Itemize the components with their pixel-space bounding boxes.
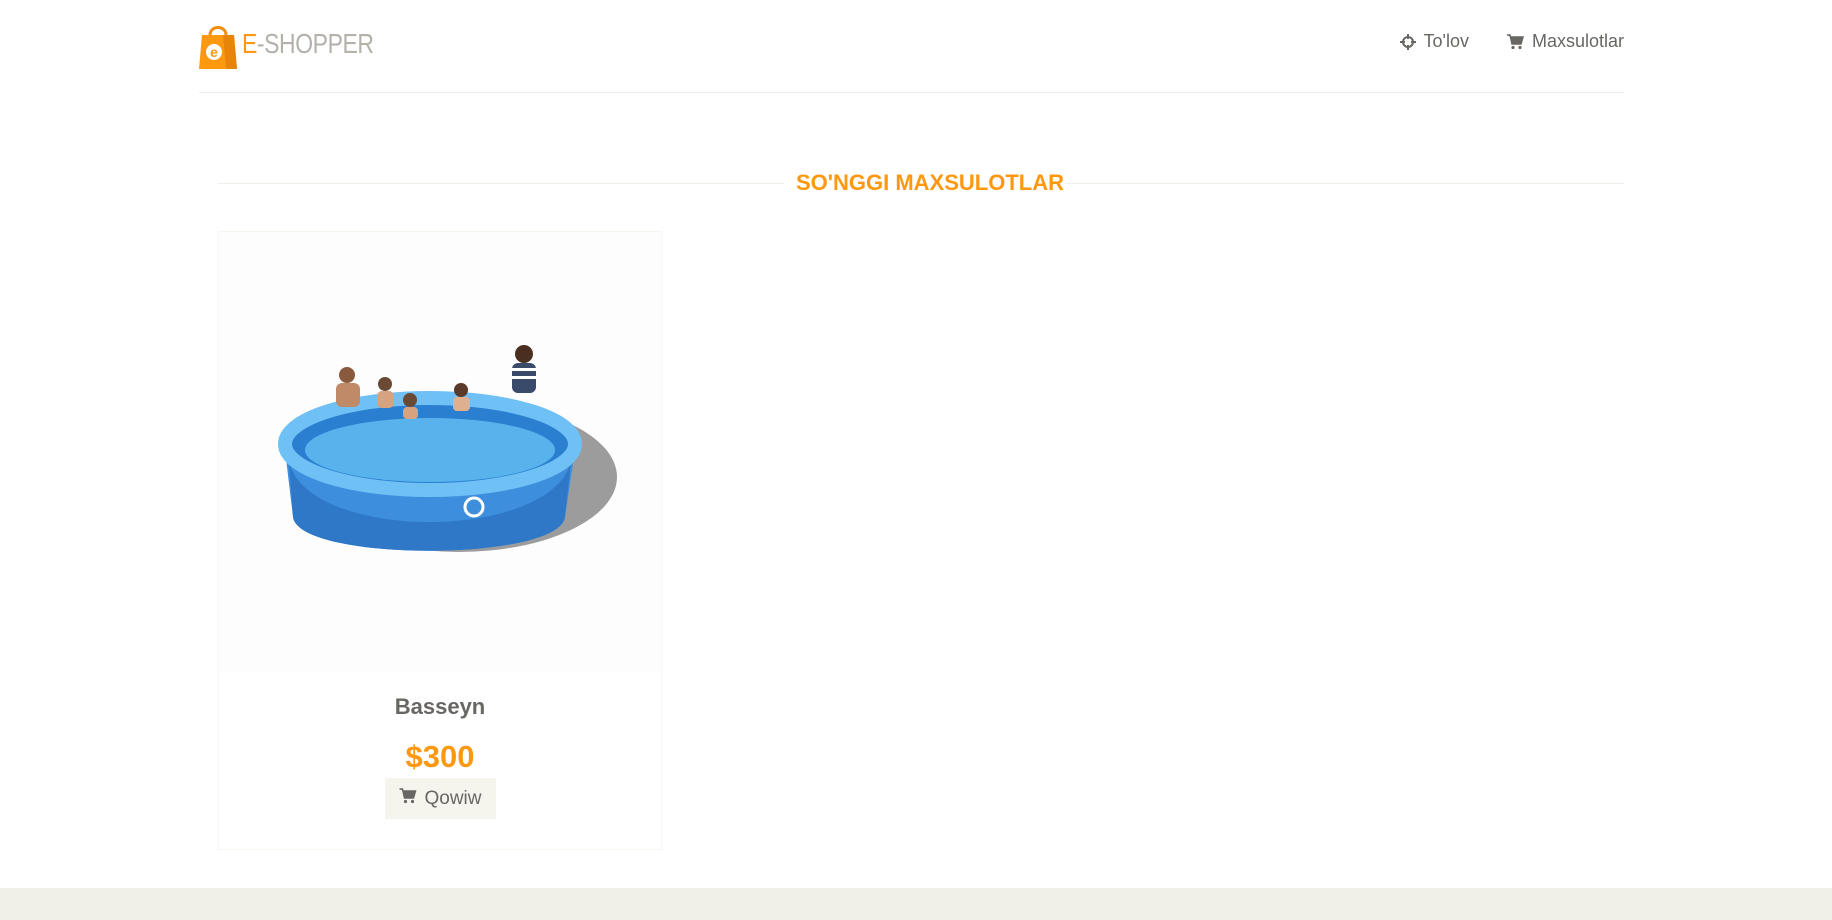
shopping-bag-logo-icon: e bbox=[199, 19, 237, 69]
nav-item-tolov[interactable]: To'lov bbox=[1399, 31, 1469, 52]
section-heading: SO'NGGI MAXSULOTLAR bbox=[218, 166, 1624, 200]
nav-item-label: To'lov bbox=[1423, 31, 1469, 51]
nav-item-maxsulotlar[interactable]: Maxsulotlar bbox=[1506, 31, 1624, 52]
section-title: SO'NGGI MAXSULOTLAR bbox=[794, 166, 1066, 200]
product-price: $300 bbox=[405, 739, 475, 774]
divider-line bbox=[1058, 183, 1624, 184]
inflatable-pool-image bbox=[278, 345, 617, 552]
logo-text: E-SHOPPER bbox=[242, 28, 374, 59]
product-card: Basseyn $300 Qowiw bbox=[218, 231, 662, 850]
crosshairs-icon bbox=[1399, 33, 1416, 50]
product-image[interactable] bbox=[219, 232, 661, 673]
nav-item-label: Maxsulotlar bbox=[1531, 31, 1624, 51]
add-to-cart-button[interactable]: Qowiw bbox=[385, 778, 496, 819]
footer bbox=[0, 888, 1832, 920]
header-nav: To'lov Maxsulotlar bbox=[1399, 31, 1624, 52]
add-to-cart-label: Qowiw bbox=[424, 787, 482, 809]
svg-text:e: e bbox=[210, 44, 218, 60]
site-header: e E-SHOPPER To'lov Maxsulotlar bbox=[199, 0, 1624, 93]
shopping-cart-icon bbox=[1506, 33, 1524, 50]
logo[interactable]: e E-SHOPPER bbox=[199, 18, 402, 70]
divider-line bbox=[218, 183, 784, 184]
shopping-cart-icon bbox=[399, 787, 417, 810]
